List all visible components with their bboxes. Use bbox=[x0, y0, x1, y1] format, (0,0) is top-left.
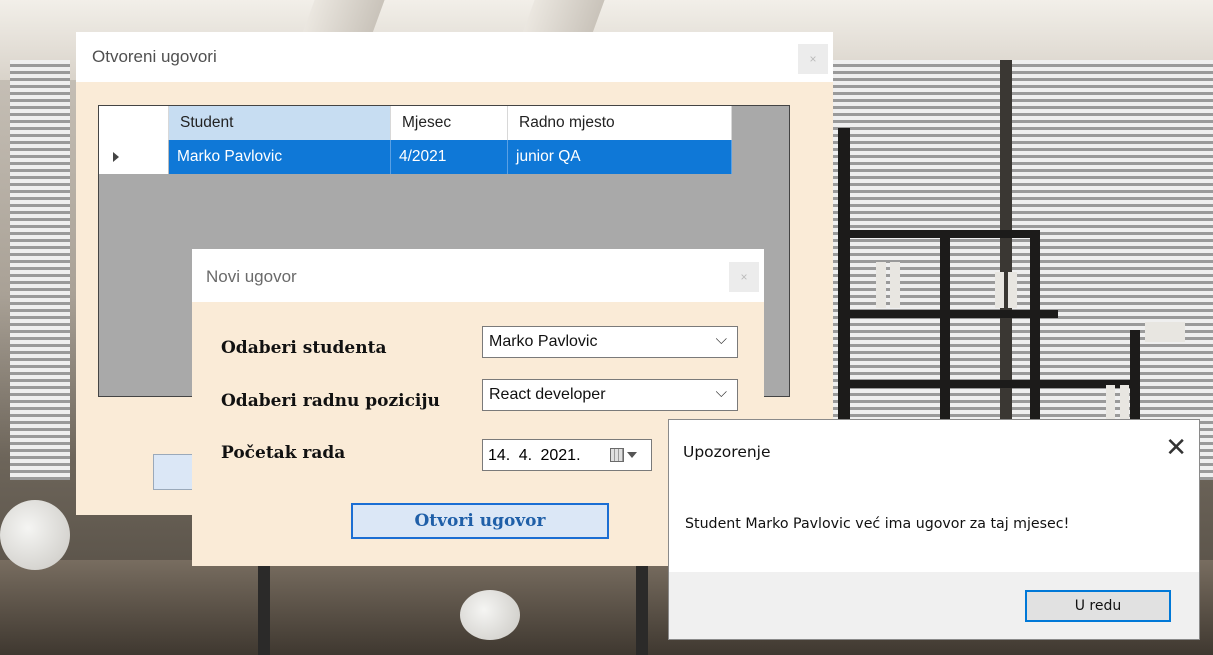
dialog-title: Novi ugovor bbox=[206, 267, 297, 286]
cell-mjesec[interactable]: 4/2021 bbox=[391, 140, 508, 174]
window-blind bbox=[10, 60, 70, 480]
open-contract-button[interactable]: Otvori ugovor bbox=[351, 503, 609, 539]
close-icon[interactable]: × bbox=[729, 262, 759, 292]
position-select[interactable]: React developer ⌵ bbox=[482, 379, 738, 411]
row-header-corner bbox=[99, 106, 169, 140]
book bbox=[995, 272, 1004, 308]
book bbox=[1120, 385, 1129, 421]
close-icon[interactable]: ✕ bbox=[1165, 435, 1187, 461]
book bbox=[1145, 322, 1185, 342]
warning-message-box: Upozorenje ✕ Student Marko Pavlovic već … bbox=[668, 419, 1200, 640]
student-label: Odaberi studenta bbox=[221, 338, 387, 358]
column-header-student[interactable]: Student bbox=[169, 106, 391, 140]
desk-leg bbox=[258, 565, 270, 655]
table-row[interactable]: Marko Pavlovic 4/2021 junior QA bbox=[99, 140, 732, 174]
column-header-radno-mjesto[interactable]: Radno mjesto bbox=[508, 106, 732, 140]
main-window-button[interactable] bbox=[153, 454, 193, 490]
message-box-footer: U redu bbox=[669, 572, 1199, 639]
position-select-value: React developer bbox=[489, 386, 606, 403]
cell-student[interactable]: Marko Pavlovic bbox=[169, 140, 391, 174]
chair bbox=[0, 500, 70, 570]
row-arrow-icon bbox=[113, 152, 119, 162]
chevron-down-icon: ⌵ bbox=[715, 331, 727, 348]
bookshelf bbox=[838, 380, 1138, 388]
position-label: Odaberi radnu poziciju bbox=[221, 391, 440, 411]
book bbox=[1008, 272, 1017, 308]
start-date-label: Početak rada bbox=[221, 443, 346, 463]
ok-button[interactable]: U redu bbox=[1025, 590, 1171, 622]
chevron-down-icon: ⌵ bbox=[715, 384, 727, 401]
row-selector[interactable] bbox=[99, 140, 169, 174]
column-header-mjesec[interactable]: Mjesec bbox=[391, 106, 508, 140]
bookshelf bbox=[838, 230, 1038, 238]
book bbox=[876, 262, 886, 308]
window-frame bbox=[1000, 60, 1012, 480]
cell-radno-mjesto[interactable]: junior QA bbox=[508, 140, 732, 174]
start-date-picker[interactable]: 14. 4. 2021. bbox=[482, 439, 652, 471]
grid-header: Student Mjesec Radno mjesto bbox=[99, 106, 732, 140]
desk-leg bbox=[636, 565, 648, 655]
message-box-title: Upozorenje bbox=[683, 443, 771, 461]
close-icon[interactable]: × bbox=[798, 44, 828, 74]
student-select[interactable]: Marko Pavlovic ⌵ bbox=[482, 326, 738, 358]
book bbox=[890, 262, 900, 308]
start-date-value: 14. 4. 2021. bbox=[488, 447, 581, 464]
chair bbox=[460, 590, 520, 640]
open-contracts-titlebar: Otvoreni ugovori × bbox=[76, 32, 833, 82]
chevron-down-icon[interactable] bbox=[627, 452, 637, 458]
window-blind bbox=[830, 60, 1000, 480]
new-contract-titlebar: Novi ugovor × bbox=[192, 249, 764, 302]
calendar-icon[interactable] bbox=[610, 448, 624, 462]
book bbox=[1106, 385, 1115, 421]
student-select-value: Marko Pavlovic bbox=[489, 333, 598, 350]
warning-message: Student Marko Pavlovic već ima ugovor za… bbox=[685, 516, 1070, 532]
window-title: Otvoreni ugovori bbox=[92, 47, 217, 66]
